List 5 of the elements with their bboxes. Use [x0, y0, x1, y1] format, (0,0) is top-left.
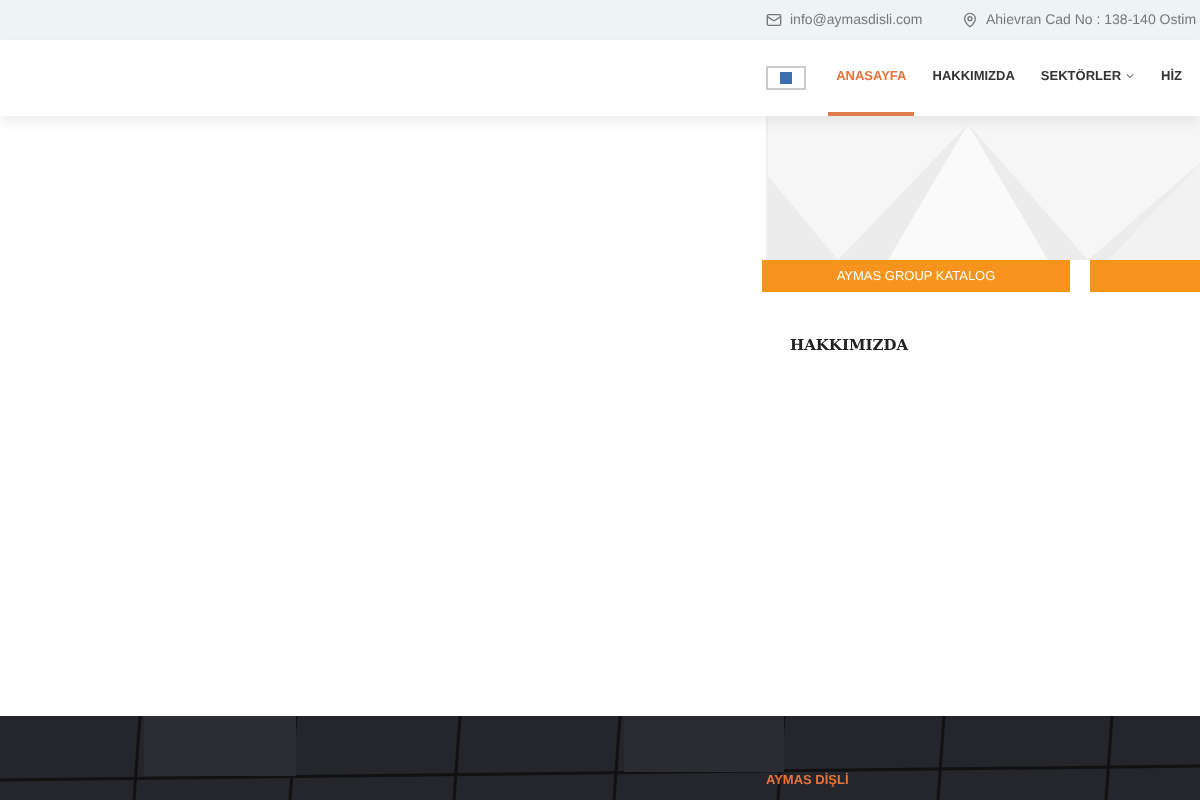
mail-icon [766, 12, 782, 28]
location-icon [962, 12, 978, 28]
flag-icon [780, 72, 793, 84]
chevron-down-icon [1123, 70, 1136, 82]
language-button[interactable] [766, 66, 807, 90]
